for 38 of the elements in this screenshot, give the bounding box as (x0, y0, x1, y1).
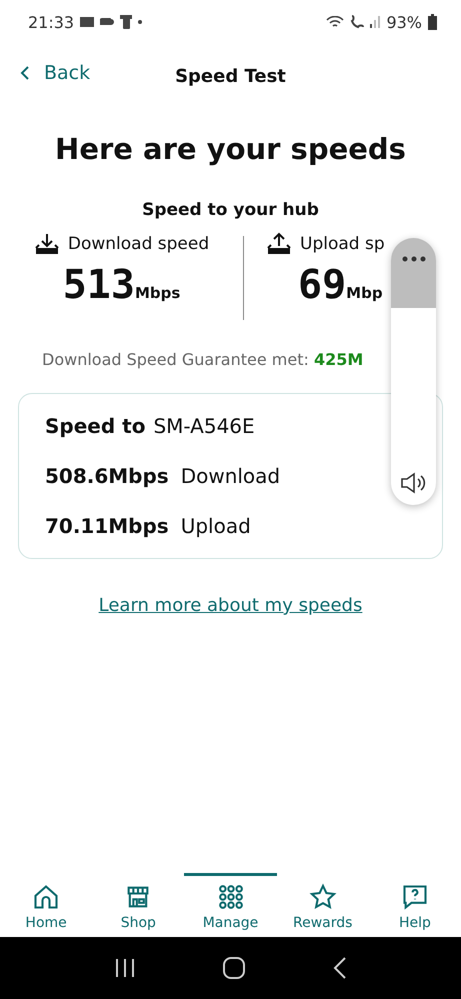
speed-value: 508.6Mbps (45, 464, 169, 488)
card-label: Speed to (45, 414, 146, 438)
speaker-icon[interactable] (400, 471, 428, 495)
speed-unit: Mbps (134, 284, 180, 302)
home-button-icon[interactable] (223, 957, 246, 979)
upload-icon (266, 232, 292, 256)
dot-icon (138, 20, 142, 24)
section-title: Speed to your hub (141, 200, 320, 220)
battery-percent: 93% (386, 12, 422, 32)
more-icon (402, 256, 426, 262)
more-options-button[interactable] (391, 238, 436, 308)
home-icon (32, 883, 60, 911)
back-link[interactable]: Back (20, 62, 90, 84)
download-icon (34, 232, 60, 256)
speed-value: 513 (62, 262, 135, 308)
wifi-icon (326, 16, 344, 28)
speed-label: Download (180, 464, 280, 488)
speed-label: Upload (180, 514, 251, 538)
clock: 21:33 (28, 12, 74, 32)
speed-value: 70.11Mbps (45, 514, 169, 538)
help-icon (400, 883, 429, 911)
learn-more-link[interactable]: Learn more about my speeds (98, 595, 362, 616)
recent-apps-icon[interactable] (114, 958, 136, 978)
back-icon[interactable] (333, 957, 348, 979)
metric-label: Upload sp (300, 234, 385, 254)
guarantee-text: Download Speed Guarantee met: 425M (41, 350, 364, 369)
battery-icon (428, 14, 437, 30)
wifi-calling-icon (350, 15, 364, 29)
metric-label: Download speed (68, 234, 210, 254)
speed-unit: Mbp (346, 284, 383, 302)
signal-icon (370, 16, 380, 28)
device-name: SM-A546E (153, 414, 255, 438)
grid-icon (216, 883, 244, 911)
star-icon (308, 883, 337, 911)
heading: Here are your speeds (54, 132, 407, 166)
chevron-left-icon (20, 66, 30, 80)
speed-value: 69 (298, 262, 346, 308)
page-title: Speed Test (175, 66, 286, 86)
